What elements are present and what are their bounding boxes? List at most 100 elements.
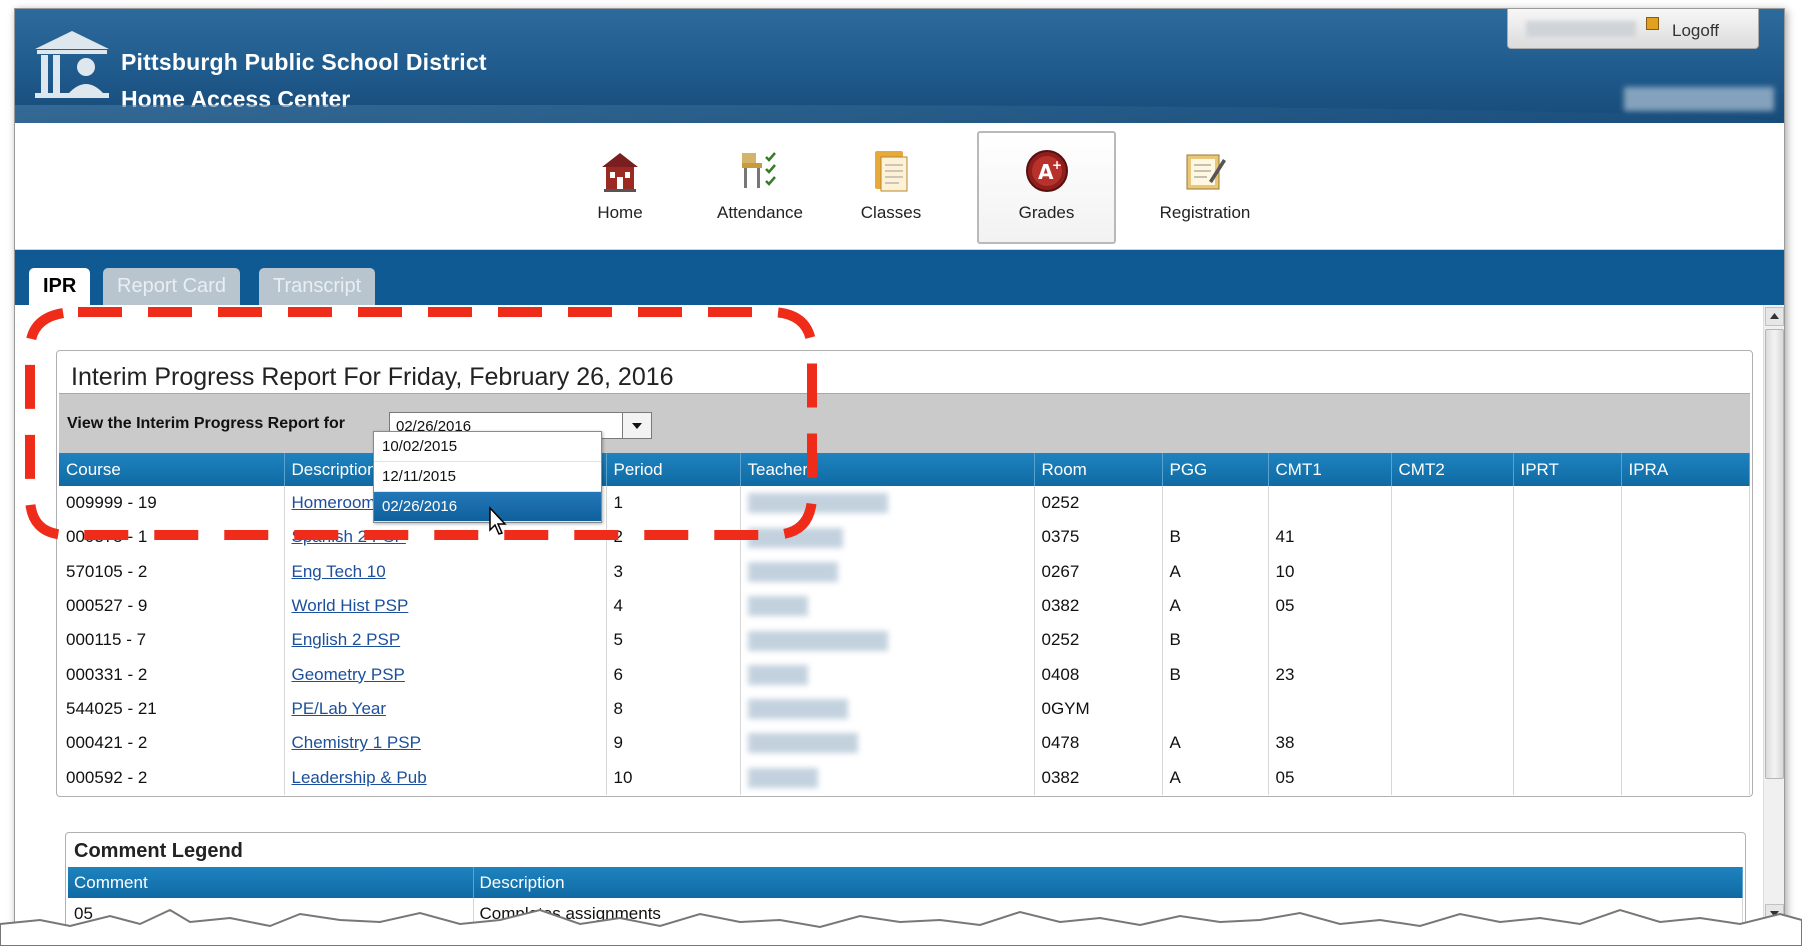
- nav-attendance-label: Attendance: [716, 203, 803, 222]
- teacher-cell: [740, 623, 1035, 658]
- school-building-logo-icon: [35, 31, 109, 98]
- tab-ipr[interactable]: IPR: [29, 268, 91, 305]
- room-cell: 0GYM: [1034, 691, 1163, 727]
- period-cell: 4: [606, 588, 741, 624]
- teacher-cell: [740, 657, 1035, 692]
- cmt1-cell: 38: [1268, 726, 1392, 761]
- cmt2-cell: [1391, 486, 1514, 521]
- column-header-iprt[interactable]: IPRT: [1513, 453, 1622, 486]
- svg-text:+: +: [1052, 158, 1062, 172]
- scroll-up-icon: [1770, 313, 1779, 319]
- ipra-cell: [1621, 554, 1750, 589]
- column-header-course[interactable]: Course: [59, 453, 285, 486]
- date-option[interactable]: 12/11/2015: [374, 462, 601, 492]
- date-option[interactable]: 10/02/2015: [374, 432, 601, 462]
- iprt-cell: [1513, 691, 1622, 727]
- logoff-icon[interactable]: [1646, 17, 1659, 30]
- table-row: 000115 - 7 English 2 PSP 5 0252 B: [59, 623, 1750, 658]
- attendance-desk-icon: [742, 152, 776, 188]
- dropdown-arrow-icon[interactable]: [622, 413, 651, 438]
- iprt-cell: [1513, 486, 1622, 521]
- mouse-pointer-icon: [489, 506, 507, 535]
- nav-grades[interactable]: A + Grades: [977, 131, 1116, 244]
- nav-registration-label: Registration: [1159, 203, 1251, 222]
- course-link[interactable]: Leadership & Pub: [292, 768, 427, 787]
- period-cell: 2: [606, 520, 741, 555]
- teacher-name-redacted: [747, 493, 888, 514]
- column-header-cmt1[interactable]: CMT1: [1268, 453, 1392, 486]
- clipboard-icon: [875, 151, 908, 192]
- cmt1-cell: 41: [1268, 520, 1392, 555]
- teacher-cell: [740, 588, 1035, 624]
- header-banner: Pittsburgh Public School District Home A…: [15, 9, 1784, 123]
- pgg-cell: B: [1162, 623, 1269, 658]
- district-name: Pittsburgh Public School District: [121, 49, 487, 75]
- teacher-name-redacted: [747, 527, 843, 548]
- nav-attendance[interactable]: Attendance: [705, 133, 815, 241]
- cmt2-cell: [1391, 760, 1514, 795]
- period-cell: 8: [606, 691, 741, 727]
- pgg-cell: [1162, 486, 1269, 521]
- cmt2-cell: [1391, 554, 1514, 589]
- torn-edge-decoration: [0, 908, 1802, 946]
- scroll-thumb[interactable]: [1765, 329, 1784, 779]
- column-header-pgg[interactable]: PGG: [1162, 453, 1269, 486]
- course-link[interactable]: PE/Lab Year: [292, 699, 387, 718]
- app-name: Home Access Center: [121, 86, 351, 112]
- scroll-up-button[interactable]: [1765, 307, 1784, 326]
- nav-home-label: Home: [597, 203, 643, 222]
- nav-home[interactable]: Home: [575, 133, 665, 241]
- vertical-scrollbar[interactable]: [1763, 305, 1784, 925]
- room-cell: 0267: [1034, 554, 1163, 589]
- tab-transcript[interactable]: Transcript: [259, 268, 376, 305]
- column-header-cmt2[interactable]: CMT2: [1391, 453, 1514, 486]
- nav-registration[interactable]: Registration: [1135, 133, 1275, 241]
- course-link[interactable]: Homeroom: [292, 493, 376, 512]
- course-link[interactable]: Chemistry 1 PSP: [292, 733, 421, 752]
- logoff-link[interactable]: Logoff: [1672, 21, 1719, 41]
- column-header-teacher[interactable]: Teacher: [740, 453, 1035, 486]
- cmt2-cell: [1391, 623, 1514, 658]
- course-link[interactable]: World Hist PSP: [292, 596, 409, 615]
- course-cell: 000375 - 1: [59, 520, 285, 555]
- column-header-period[interactable]: Period: [606, 453, 741, 486]
- period-cell: 1: [606, 486, 741, 521]
- nav-classes[interactable]: Classes: [841, 133, 941, 241]
- user-name-redacted: [1526, 21, 1636, 37]
- ipra-cell: [1621, 657, 1750, 692]
- teacher-name-redacted: [747, 664, 808, 685]
- teacher-name-redacted: [747, 630, 888, 651]
- table-header-row: Course Description Period Teacher Room P…: [59, 453, 1750, 486]
- main-content: Interim Progress Report For Friday, Febr…: [15, 305, 1784, 946]
- column-header-room[interactable]: Room: [1034, 453, 1163, 486]
- teacher-cell: [740, 760, 1035, 795]
- column-header-ipra[interactable]: IPRA: [1621, 453, 1750, 486]
- teacher-name-redacted: [747, 562, 838, 582]
- course-link[interactable]: Geometry PSP: [292, 665, 405, 684]
- teacher-cell: [740, 691, 1035, 727]
- cmt1-cell: 05: [1268, 588, 1392, 624]
- room-cell: 0478: [1034, 726, 1163, 761]
- registration-form-icon: [1186, 154, 1226, 190]
- course-cell: 000331 - 2: [59, 657, 285, 692]
- campus-name-redacted: [1624, 87, 1774, 111]
- ipr-date-label: View the Interim Progress Report for: [67, 415, 345, 432]
- period-cell: 6: [606, 657, 741, 692]
- course-cell: 000421 - 2: [59, 726, 285, 761]
- period-cell: 5: [606, 623, 741, 658]
- course-cell: 544025 - 21: [59, 691, 285, 727]
- pgg-cell: A: [1162, 588, 1269, 624]
- tab-report-card[interactable]: Report Card: [103, 268, 240, 305]
- course-cell: 000527 - 9: [59, 588, 285, 624]
- course-link[interactable]: English 2 PSP: [292, 630, 401, 649]
- nav-classes-label: Classes: [860, 203, 922, 222]
- pgg-cell: A: [1162, 554, 1269, 589]
- course-link[interactable]: Spanish 2 PSP: [292, 527, 406, 546]
- description-cell: English 2 PSP: [284, 623, 607, 658]
- ipra-cell: [1621, 588, 1750, 624]
- course-link[interactable]: Eng Tech 10: [292, 562, 386, 581]
- table-row: 000421 - 2 Chemistry 1 PSP 9 0478 A 38: [59, 726, 1750, 761]
- ipra-cell: [1621, 691, 1750, 727]
- cmt1-cell: [1268, 691, 1392, 727]
- description-cell: World Hist PSP: [284, 588, 607, 624]
